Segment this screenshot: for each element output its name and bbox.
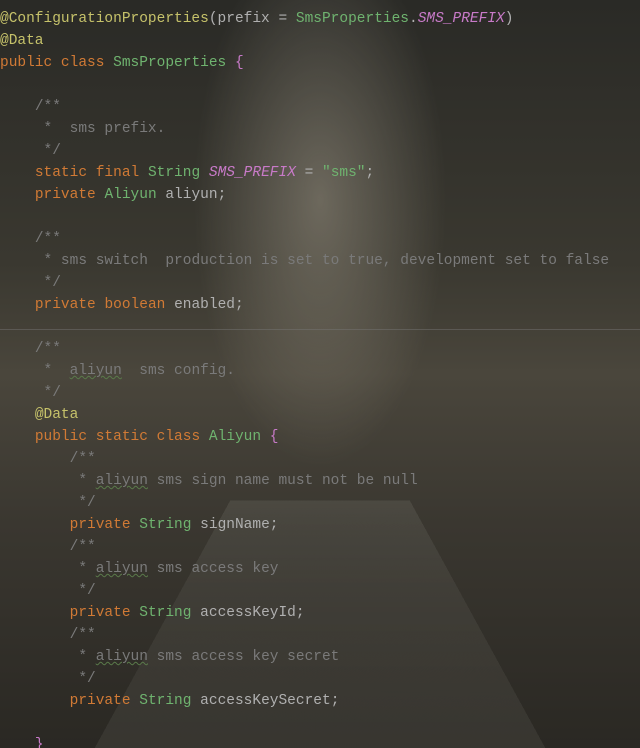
keyword: private	[70, 605, 131, 621]
field: accessKeySecret	[200, 693, 331, 709]
keyword: static	[96, 429, 148, 445]
semi: ;	[235, 297, 244, 313]
keyword: private	[70, 693, 131, 709]
comment: * aliyun sms access key secret	[70, 649, 340, 665]
type: String	[139, 517, 191, 533]
comment: /**	[35, 99, 61, 115]
annotation: @ConfigurationProperties	[0, 11, 209, 27]
comment: * sms prefix.	[35, 121, 166, 137]
semi: ;	[218, 187, 227, 203]
class-name: SmsProperties	[113, 55, 226, 71]
field: signName	[200, 517, 270, 533]
type: String	[148, 165, 200, 181]
field: accessKeyId	[200, 605, 296, 621]
comment: /**	[70, 451, 96, 467]
keyword: class	[157, 429, 201, 445]
comment: * aliyun sms sign name must not be null	[70, 473, 418, 489]
comment: * aliyun sms config.	[35, 363, 235, 379]
class-name: Aliyun	[209, 429, 261, 445]
type: String	[139, 605, 191, 621]
equals: =	[296, 165, 322, 181]
param-name: prefix	[218, 11, 270, 27]
class-ref: SmsProperties	[296, 11, 409, 27]
field: enabled	[174, 297, 235, 313]
keyword: class	[61, 55, 105, 71]
comment: */	[35, 275, 61, 291]
type: String	[139, 693, 191, 709]
brace: }	[35, 737, 44, 748]
const-ref: SMS_PREFIX	[418, 11, 505, 27]
code-block: @ConfigurationProperties(prefix = SmsPro…	[0, 0, 640, 748]
brace: {	[270, 429, 279, 445]
comment: /**	[70, 627, 96, 643]
typo: aliyun	[70, 363, 122, 379]
comment: */	[35, 143, 61, 159]
comment: */	[70, 583, 96, 599]
keyword: private	[70, 517, 131, 533]
const-decl: SMS_PREFIX	[209, 165, 296, 181]
semi: ;	[366, 165, 375, 181]
comment: /**	[70, 539, 96, 555]
typo: aliyun	[96, 649, 148, 665]
brace: {	[235, 55, 244, 71]
comment: * aliyun sms access key	[70, 561, 279, 577]
semi: ;	[331, 693, 340, 709]
paren: )	[505, 11, 514, 27]
annotation: @Data	[0, 33, 44, 49]
comment: */	[35, 385, 61, 401]
keyword: public	[0, 55, 52, 71]
keyword: private	[35, 297, 96, 313]
type: Aliyun	[104, 187, 156, 203]
comment: */	[70, 671, 96, 687]
semi: ;	[270, 517, 279, 533]
equals: =	[270, 11, 296, 27]
dot: .	[409, 11, 418, 27]
typo: aliyun	[96, 473, 148, 489]
string-literal: "sms"	[322, 165, 366, 181]
field: aliyun	[165, 187, 217, 203]
keyword: private	[35, 187, 96, 203]
comment: */	[70, 495, 96, 511]
keyword: static	[35, 165, 87, 181]
semi: ;	[296, 605, 305, 621]
keyword: public	[35, 429, 87, 445]
comment: * sms switch production is set to true, …	[35, 253, 609, 269]
paren: (	[209, 11, 218, 27]
comment: /**	[35, 231, 61, 247]
annotation: @Data	[35, 407, 79, 423]
keyword: final	[96, 165, 140, 181]
keyword: boolean	[104, 297, 165, 313]
comment: /**	[35, 341, 61, 357]
typo: aliyun	[96, 561, 148, 577]
